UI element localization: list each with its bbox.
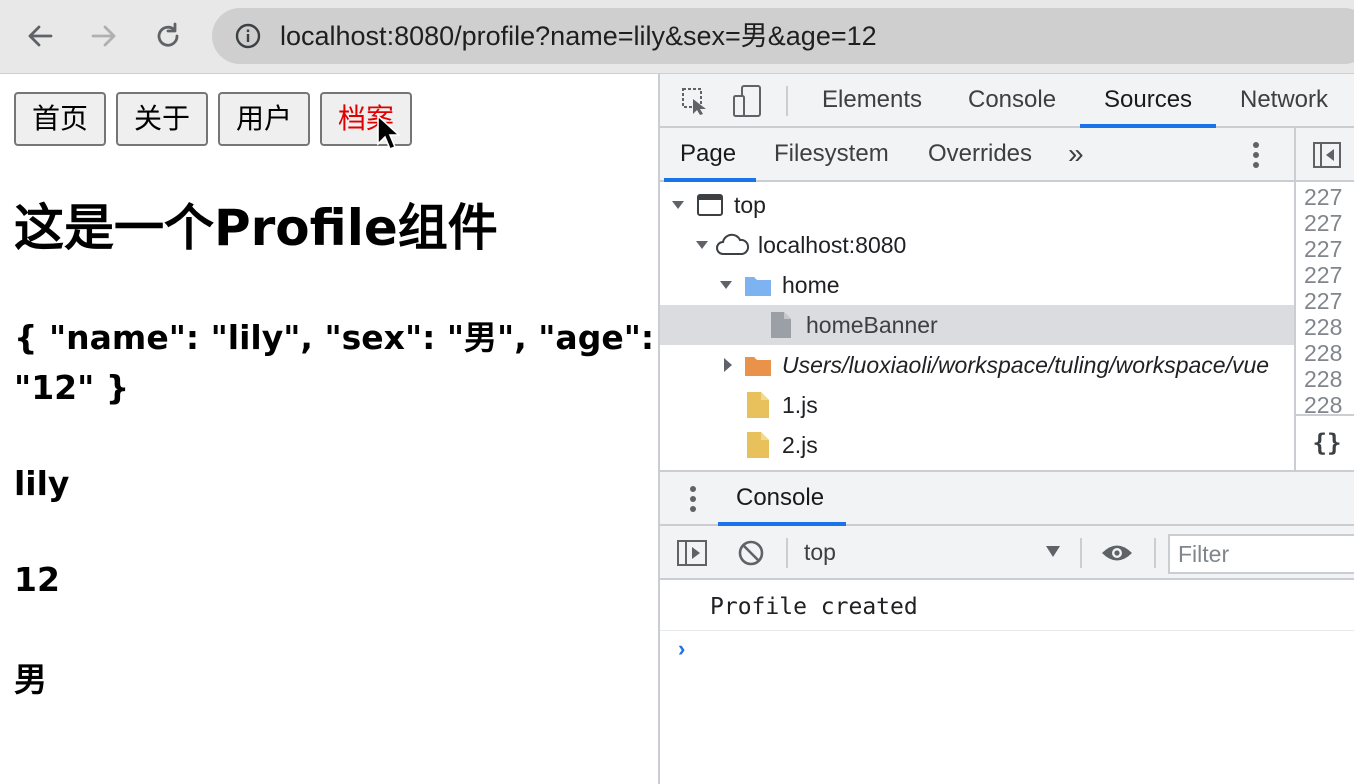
toolbar-divider: [1080, 538, 1082, 568]
tree-row-users[interactable]: Users/luoxiaoli/workspace/tuling/workspa…: [660, 345, 1294, 385]
clear-console-icon[interactable]: [736, 538, 766, 568]
cloud-icon: [716, 233, 750, 255]
tab-network[interactable]: Network: [1240, 74, 1328, 128]
more-tabs-chevron-icon[interactable]: »: [1068, 128, 1084, 182]
line-number: 227: [1304, 210, 1343, 236]
editor-header: [1296, 128, 1354, 182]
name-value: lily: [14, 464, 70, 503]
tree-label-homebanner: homeBanner: [806, 312, 938, 338]
line-number: 228: [1304, 340, 1343, 366]
expand-triangle-icon[interactable]: [718, 265, 734, 305]
tree-row-home[interactable]: home: [660, 265, 1294, 305]
line-number: 228: [1304, 314, 1343, 340]
toolbar-divider: [786, 538, 788, 568]
arrow-left-icon: [28, 25, 53, 47]
execution-context-select[interactable]: top: [804, 526, 836, 580]
toolbar-divider: [1154, 538, 1156, 568]
tree-label-users: Users/luoxiaoli/workspace/tuling/workspa…: [782, 352, 1270, 378]
expand-triangle-icon[interactable]: [670, 185, 686, 225]
device-toolbar-icon[interactable]: [732, 84, 764, 118]
inspect-element-icon[interactable]: [680, 86, 710, 116]
page-title: 这是一个Profile组件: [14, 199, 498, 257]
folder-icon: [745, 277, 771, 296]
show-sidebar-icon[interactable]: [676, 538, 708, 568]
dropdown-arrow-icon[interactable]: [1046, 546, 1060, 557]
console-message-divider: [660, 630, 1354, 631]
tree-label-home: home: [782, 272, 840, 298]
tree-label-1js: 1.js: [782, 392, 818, 418]
console-toolbar: top Filter: [660, 526, 1354, 580]
drawer-tabbar: Console: [660, 472, 1354, 526]
back-button[interactable]: [18, 14, 62, 58]
reload-icon: [157, 22, 179, 47]
link-user-button[interactable]: 用户: [218, 92, 311, 146]
js-file-icon: [747, 392, 769, 418]
editor-gutter: 227 227 227 227 227 228 228 228 228 {}: [1294, 128, 1354, 470]
json-output-line-2: "12" }: [14, 368, 130, 407]
subtab-page[interactable]: Page: [680, 128, 736, 182]
tree-label-top: top: [734, 192, 766, 218]
toggle-navigator-icon[interactable]: [1312, 140, 1342, 170]
tree-label-origin: localhost:8080: [758, 232, 907, 258]
drawer-tab-console[interactable]: Console: [736, 472, 824, 526]
frame-icon: [697, 194, 723, 216]
link-home-button[interactable]: 首页: [14, 92, 107, 146]
line-number: 227: [1304, 236, 1343, 262]
navigator-tabbar: Page Filesystem Overrides »: [660, 128, 1294, 182]
devtools-tabbar: Elements Console Sources Network: [660, 74, 1354, 128]
console-filter-input[interactable]: Filter: [1168, 534, 1354, 574]
forward-button[interactable]: [82, 14, 126, 58]
reload-button[interactable]: [146, 14, 190, 58]
age-value: 12: [14, 560, 60, 599]
toolbar-divider: [786, 86, 788, 116]
subtab-filesystem[interactable]: Filesystem: [774, 128, 889, 182]
drawer-menu-icon[interactable]: [689, 484, 697, 514]
kebab-menu-icon[interactable]: [1252, 140, 1260, 170]
line-number: 227: [1304, 184, 1343, 210]
line-number: 227: [1304, 262, 1343, 288]
console-log-message: Profile created: [710, 594, 918, 620]
address-bar[interactable]: localhost:8080/profile?name=lily&sex=男&a…: [212, 8, 1354, 64]
tree-label-2js: 2.js: [782, 432, 818, 458]
line-number: 227: [1304, 288, 1343, 314]
expand-triangle-icon[interactable]: [694, 225, 710, 265]
eye-icon[interactable]: [1100, 540, 1134, 566]
link-about-button[interactable]: 关于: [116, 92, 209, 146]
devtools-panel: Elements Console Sources Network Page Fi…: [658, 74, 1354, 784]
mouse-cursor-icon: [377, 114, 400, 151]
tree-row-homebanner[interactable]: homeBanner: [660, 305, 1294, 345]
active-subtab-indicator: [664, 178, 756, 182]
console-prompt-icon[interactable]: ›: [678, 636, 685, 662]
tab-sources[interactable]: Sources: [1104, 74, 1192, 128]
url-text[interactable]: localhost:8080/profile?name=lily&sex=男&a…: [280, 20, 877, 52]
tree-row-top[interactable]: top: [660, 185, 1294, 225]
info-icon[interactable]: [234, 22, 262, 50]
tree-row-origin[interactable]: localhost:8080: [660, 225, 1294, 265]
json-output-line-1: { "name": "lily", "sex": "男", "age":: [14, 318, 655, 357]
tree-row-2js[interactable]: 2.js: [660, 425, 1294, 465]
pretty-print-button[interactable]: {}: [1296, 414, 1354, 470]
sources-navigator: Page Filesystem Overrides » top localhos…: [660, 128, 1294, 470]
subtab-overrides[interactable]: Overrides: [928, 128, 1032, 182]
tab-console[interactable]: Console: [968, 74, 1056, 128]
tree-row-1js[interactable]: 1.js: [660, 385, 1294, 425]
line-number: 228: [1304, 366, 1343, 392]
tab-elements[interactable]: Elements: [822, 74, 922, 128]
page-viewport: 首页 关于 用户 档案 这是一个Profile组件 { "name": "lil…: [0, 74, 658, 784]
browser-toolbar: localhost:8080/profile?name=lily&sex=男&a…: [0, 0, 1354, 74]
js-file-icon: [747, 432, 769, 458]
collapse-triangle-icon[interactable]: [720, 345, 736, 385]
arrow-right-icon: [91, 25, 116, 47]
router-links: 首页 关于 用户 档案: [14, 92, 413, 146]
console-drawer: Console top Filter Profile created ›: [660, 470, 1354, 784]
sex-value: 男: [14, 660, 47, 699]
folder-icon: [745, 357, 771, 376]
file-icon: [771, 312, 791, 338]
